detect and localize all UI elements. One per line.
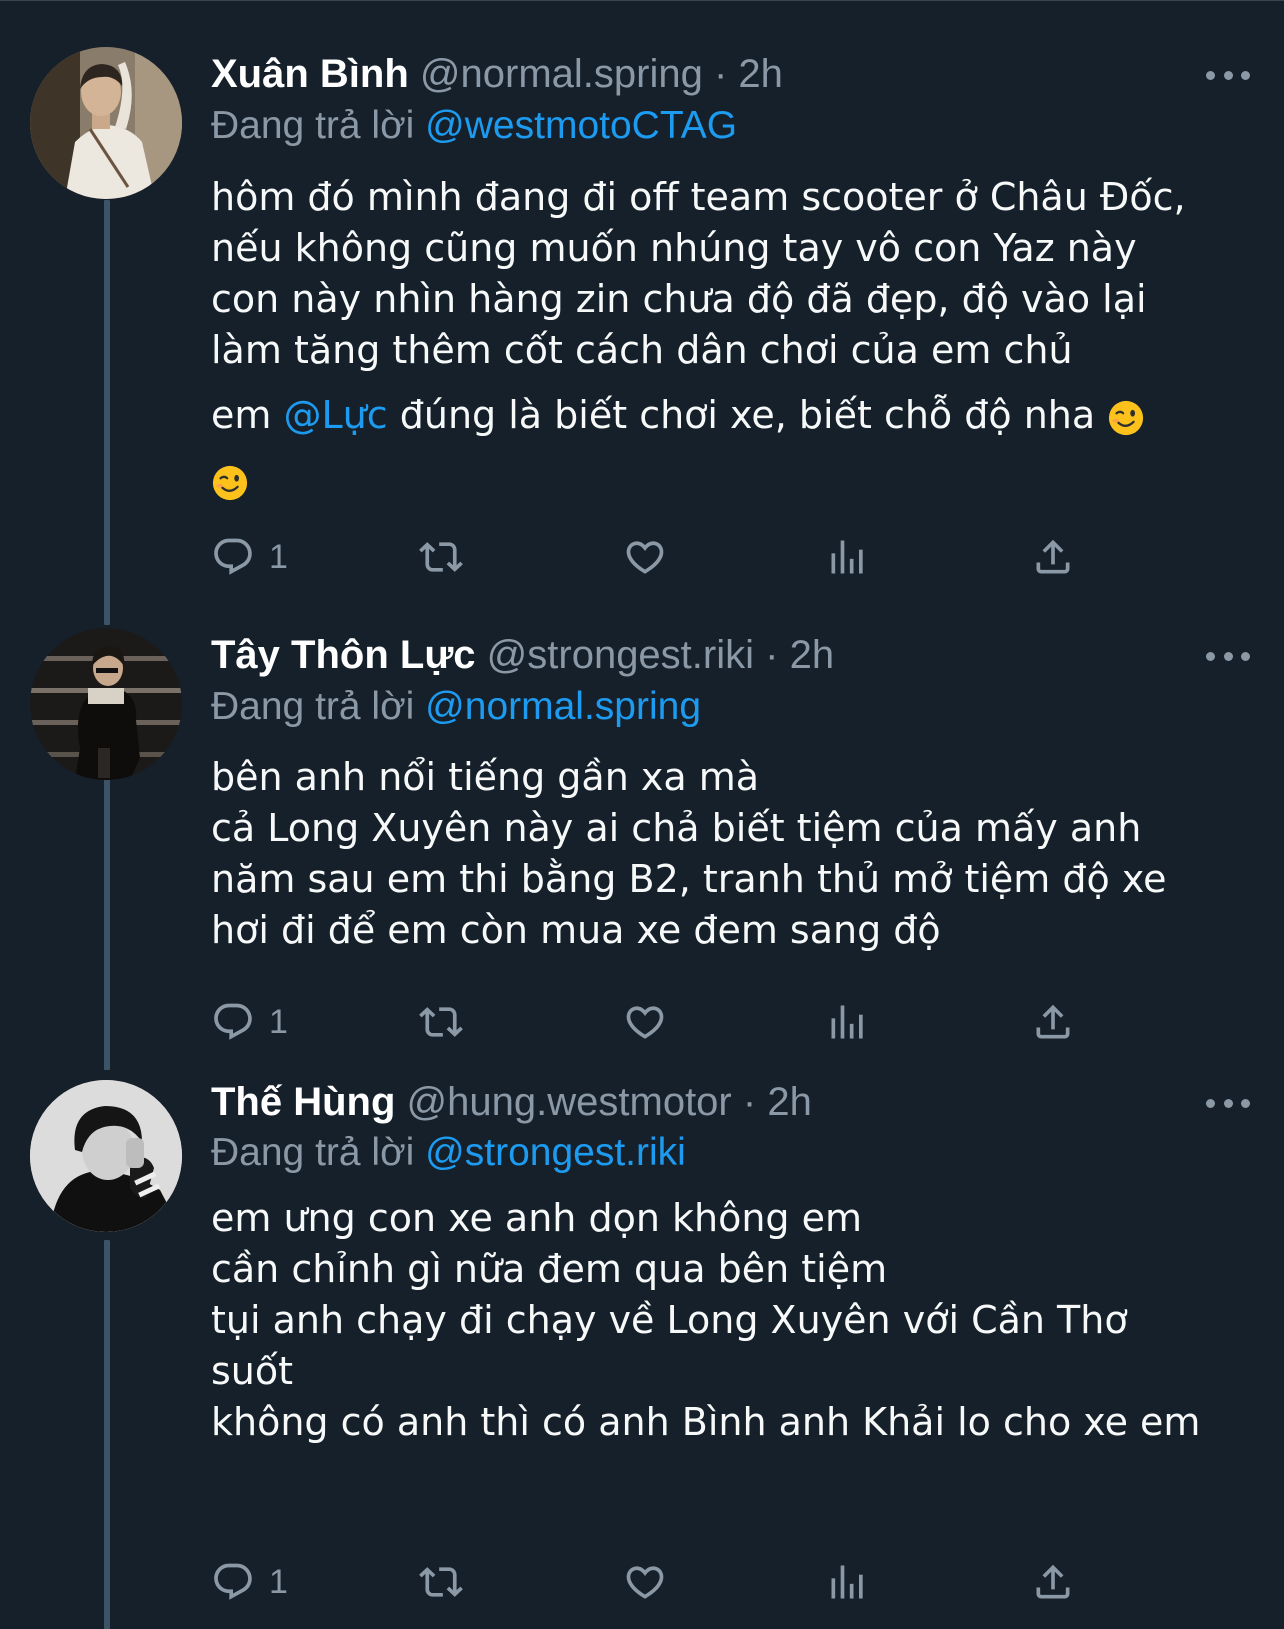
tweet-actions: 1 <box>211 1552 1131 1612</box>
reply-button[interactable]: 1 <box>211 527 288 587</box>
replying-label: Đang trả lời <box>211 104 415 147</box>
winking-face-emoji <box>1109 400 1144 435</box>
tweet-header: Xuân Bình @normal.spring · 2h <box>211 46 783 102</box>
like-button[interactable] <box>621 1552 669 1612</box>
tweet-text-line: bên anh nổi tiếng gần xa mà <box>211 755 760 799</box>
tweet-text-line: con này nhìn hàng zin chưa độ đã đẹp, độ… <box>211 277 1147 321</box>
tweet-text: em ưng con xe anh dọn không em cần chỉnh… <box>211 1193 1251 1448</box>
retweet-button[interactable] <box>416 527 466 587</box>
share-button[interactable] <box>1031 992 1075 1052</box>
views-button[interactable] <box>826 992 870 1052</box>
tweet-text-fragment: đúng là biết chơi xe, biết chỗ độ nha <box>399 393 1096 437</box>
separator-dot: · <box>742 1080 757 1124</box>
thread-line <box>104 775 110 1070</box>
tweet-actions: 1 <box>211 992 1131 1052</box>
more-options-icon[interactable] <box>1206 1093 1250 1113</box>
reply-count: 1 <box>269 1002 288 1041</box>
heart-icon <box>626 1566 664 1599</box>
tweet-text: bên anh nổi tiếng gần xa mà cả Long Xuyê… <box>211 752 1251 956</box>
tweet-header: Thế Hùng @hung.westmotor · 2h <box>211 1074 812 1130</box>
replying-to-mention[interactable]: @normal.spring <box>425 685 701 728</box>
replying-label: Đang trả lời <box>211 1131 415 1174</box>
tweet-text-paragraph <box>211 455 1251 506</box>
replying-to: Đang trả lời @normal.spring <box>211 681 701 733</box>
tweet-text-line: hôm đó mình đang đi off team scooter ở C… <box>211 175 1186 219</box>
tweet-text-line: em ưng con xe anh dọn không em <box>211 1196 863 1240</box>
replying-to-mention[interactable]: @strongest.riki <box>425 1131 686 1174</box>
mention-link[interactable]: @Lực <box>284 393 388 437</box>
tweet-text-line: nếu không cũng muốn nhúng tay vô con Yaz… <box>211 226 1137 270</box>
share-icon <box>1036 1564 1070 1599</box>
analytics-icon <box>831 1005 863 1039</box>
tweet-text-line: cần chỉnh gì nữa đem qua bên tiệm <box>211 1247 888 1291</box>
display-name[interactable]: Xuân Bình <box>211 52 409 96</box>
share-button[interactable] <box>1031 527 1075 587</box>
analytics-icon <box>831 540 863 574</box>
reply-button[interactable]: 1 <box>211 992 288 1052</box>
heart-icon <box>626 541 664 574</box>
reply-icon <box>214 1003 252 1040</box>
replying-to: Đang trả lời @westmotoCTAG <box>211 100 737 152</box>
tweet-text-line: hơi đi để em còn mua xe đem sang độ <box>211 908 941 952</box>
username[interactable]: @normal.spring <box>420 52 703 96</box>
thread-line <box>104 200 110 625</box>
tweet-text-line: cả Long Xuyên này ai chả biết tiệm của m… <box>211 806 1142 850</box>
avatar-image <box>30 1080 182 1232</box>
avatar[interactable] <box>30 628 182 780</box>
avatar-image <box>30 628 182 780</box>
replying-to: Đang trả lời @strongest.riki <box>211 1127 686 1179</box>
display-name[interactable]: Thế Hùng <box>211 1080 395 1124</box>
tweet-text-line: suốt <box>211 1349 294 1393</box>
separator-dot: · <box>713 52 728 96</box>
thread-line <box>104 1240 110 1629</box>
like-button[interactable] <box>621 527 669 587</box>
tweet-2[interactable]: Tây Thôn Lực @strongest.riki · 2h Đang t… <box>0 625 1284 1070</box>
share-icon <box>1036 1004 1070 1039</box>
reply-count: 1 <box>269 537 288 576</box>
tweet-text: hôm đó mình đang đi off team scooter ở C… <box>211 172 1251 506</box>
tweet-text-line: không có anh thì có anh Bình anh Khải lo… <box>211 1400 1201 1444</box>
username[interactable]: @hung.westmotor <box>407 1080 732 1124</box>
tweet-header: Tây Thôn Lực @strongest.riki · 2h <box>211 627 834 683</box>
reply-icon <box>214 538 252 575</box>
tweet-3[interactable]: Thế Hùng @hung.westmotor · 2h Đang trả l… <box>0 1070 1284 1629</box>
tweet-text-line: năm sau em thi bằng B2, tranh thủ mở tiệ… <box>211 857 1167 901</box>
retweet-button[interactable] <box>416 1552 466 1612</box>
retweet-icon <box>419 1567 463 1597</box>
avatar[interactable] <box>30 1080 182 1232</box>
share-icon <box>1036 539 1070 574</box>
retweet-icon <box>419 542 463 572</box>
separator-dot: · <box>765 633 779 677</box>
winking-face-emoji <box>212 465 248 500</box>
heart-icon <box>626 1006 664 1039</box>
reply-count: 1 <box>269 1562 288 1601</box>
reply-button[interactable]: 1 <box>211 1552 288 1612</box>
tweet-actions: 1 <box>211 527 1131 587</box>
like-button[interactable] <box>621 992 669 1052</box>
tweet-1[interactable]: Xuân Bình @normal.spring · 2h Đang trả l… <box>0 0 1284 625</box>
timestamp[interactable]: 2h <box>790 633 835 677</box>
share-button[interactable] <box>1031 1552 1075 1612</box>
timestamp[interactable]: 2h <box>767 1080 812 1124</box>
timestamp[interactable]: 2h <box>738 52 783 96</box>
views-button[interactable] <box>826 527 870 587</box>
analytics-icon <box>831 1565 863 1599</box>
views-button[interactable] <box>826 1552 870 1612</box>
reply-icon <box>214 1563 252 1600</box>
more-options-icon[interactable] <box>1206 646 1250 666</box>
tweet-text-paragraph: em @Lực đúng là biết chơi xe, biết chỗ đ… <box>211 390 1251 441</box>
tweet-text-fragment: em <box>211 393 272 437</box>
retweet-icon <box>419 1007 463 1037</box>
tweet-text-line: làm tăng thêm cốt cách dân chơi của em c… <box>211 328 1073 372</box>
replying-to-mention[interactable]: @westmotoCTAG <box>425 104 737 147</box>
replying-label: Đang trả lời <box>211 685 415 728</box>
retweet-button[interactable] <box>416 992 466 1052</box>
avatar-image <box>30 47 182 199</box>
tweet-text-line: tụi anh chạy đi chạy về Long Xuyên với C… <box>211 1298 1128 1342</box>
display-name[interactable]: Tây Thôn Lực <box>211 633 476 677</box>
more-options-icon[interactable] <box>1206 65 1250 85</box>
username[interactable]: @strongest.riki <box>487 633 754 677</box>
avatar[interactable] <box>30 47 182 199</box>
